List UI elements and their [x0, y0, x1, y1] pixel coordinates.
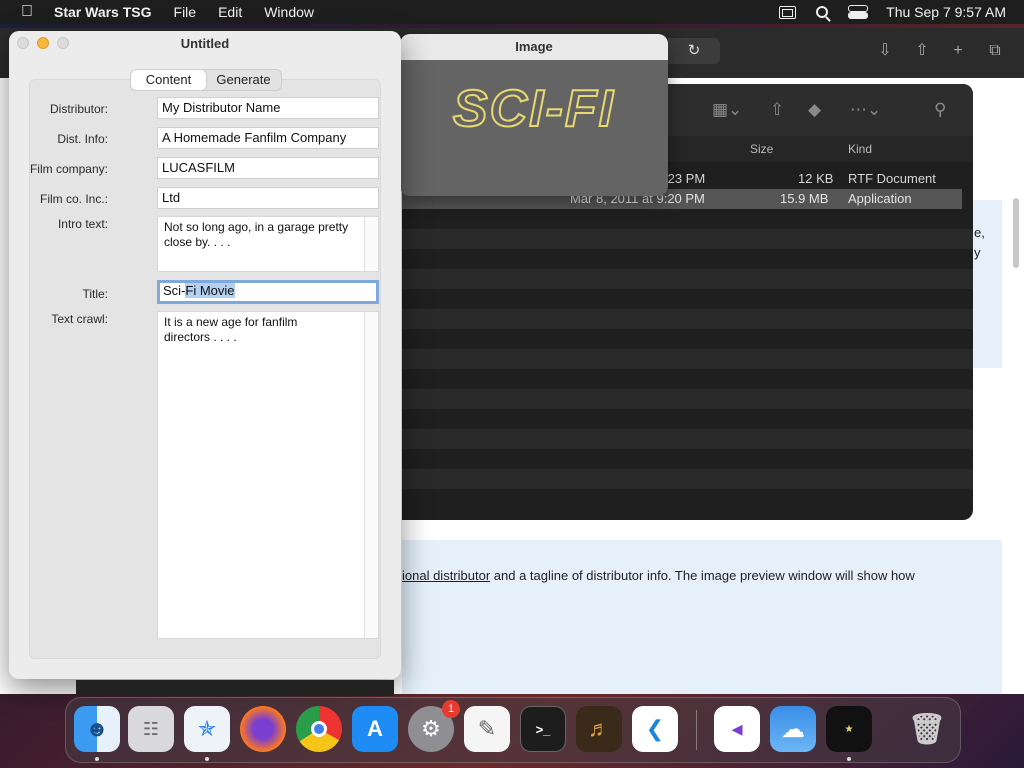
- content-box: [402, 540, 1002, 694]
- empty-row: [402, 269, 973, 289]
- dist-info-field[interactable]: A Homemade Fanfilm Company: [157, 127, 379, 149]
- empty-row: [402, 349, 973, 369]
- action-menu-icon[interactable]: ⋯⌄: [850, 100, 881, 120]
- trash-icon[interactable]: 🗑: [904, 706, 950, 752]
- empty-row: [402, 469, 973, 489]
- apple-menu-icon[interactable]: : [0, 3, 54, 21]
- window-title: Image: [400, 34, 668, 60]
- vscode-icon[interactable]: ❮: [632, 706, 678, 752]
- view-options-icon[interactable]: ▦⌄: [712, 100, 742, 120]
- tab-generate[interactable]: Generate: [206, 70, 281, 90]
- intro-text-content: Not so long ago, in a garage pretty clos…: [164, 220, 349, 249]
- spotlight-search-icon[interactable]: [816, 6, 829, 18]
- textedit-icon[interactable]: ✎: [464, 706, 510, 752]
- menu-clock[interactable]: Thu Sep 7 9:57 AM: [886, 4, 1006, 20]
- page-text-fragment: y: [974, 245, 981, 260]
- untitled-window: Untitled Content Generate Distributor: M…: [9, 31, 401, 679]
- film-company-field[interactable]: LUCASFILM: [157, 157, 379, 179]
- share-icon[interactable]: ⇧: [770, 100, 784, 120]
- image-preview-window: Image SCI-FI: [400, 34, 668, 196]
- title-selected-text: Fi Movie: [185, 283, 235, 298]
- title-field[interactable]: Sci-Fi Movie: [157, 280, 379, 304]
- content-panel: Distributor: My Distributor Name Dist. I…: [29, 79, 381, 659]
- tag-icon[interactable]: ◆: [808, 100, 821, 120]
- text-crawl-scrollbar[interactable]: [364, 312, 378, 638]
- visual-studio-icon[interactable]: ◂: [714, 706, 760, 752]
- garageband-icon[interactable]: ♬: [576, 706, 622, 752]
- safari-icon[interactable]: ✯: [184, 706, 230, 752]
- distributor-field[interactable]: My Distributor Name: [157, 97, 379, 119]
- zoom-button[interactable]: [57, 37, 69, 49]
- file-kind: Application: [848, 191, 912, 206]
- distributor-link[interactable]: ional distributor: [402, 568, 490, 583]
- intro-scrollbar[interactable]: [364, 217, 378, 271]
- film-co-inc-label: Film co. Inc.:: [39, 192, 108, 206]
- chrome-icon[interactable]: [296, 706, 342, 752]
- column-size[interactable]: Size: [750, 142, 773, 156]
- dock: ☻ ☷ ✯ A ⚙ 1 ✎ >_ ♬ ❮ ◂ ☁ ★ 🗑: [65, 697, 961, 763]
- empty-row: [402, 229, 973, 249]
- title-text: Sci-: [163, 283, 186, 298]
- weather-icon[interactable]: ☁: [770, 706, 816, 752]
- close-button[interactable]: [17, 37, 29, 49]
- minimize-button[interactable]: [37, 37, 49, 49]
- firefox-icon[interactable]: [240, 706, 286, 752]
- new-tab-icon[interactable]: +: [948, 41, 968, 61]
- system-settings-icon[interactable]: ⚙ 1: [408, 700, 460, 752]
- running-indicator: [95, 757, 99, 761]
- film-co-inc-field[interactable]: Ltd: [157, 187, 379, 209]
- app-store-icon[interactable]: A: [352, 706, 398, 752]
- tab-content[interactable]: Content: [131, 70, 206, 90]
- film-company-label: Film company:: [29, 162, 108, 176]
- paragraph-text: and a tagline of distributor info. The i…: [490, 568, 915, 583]
- empty-row: [402, 429, 973, 449]
- stage-manager-icon[interactable]: [779, 5, 797, 19]
- menu-file[interactable]: File: [174, 4, 197, 20]
- page-scrollbar[interactable]: [1013, 198, 1019, 268]
- search-icon[interactable]: ⚲: [934, 100, 946, 120]
- menu-bar:  Star Wars TSG File Edit Window Thu Sep…: [0, 0, 1024, 24]
- distributor-label: Distributor:: [49, 102, 108, 116]
- control-center-icon[interactable]: [848, 5, 869, 19]
- dist-info-label: Dist. Info:: [57, 132, 108, 146]
- text-crawl-content: It is a new age for fanfilm directors . …: [164, 315, 298, 344]
- running-indicator: [205, 757, 209, 761]
- tab-overview-icon[interactable]: ⧉: [985, 41, 1005, 61]
- star-wars-tsg-icon[interactable]: ★: [826, 706, 872, 752]
- column-kind[interactable]: Kind: [848, 142, 872, 156]
- text-crawl-label: Text crawl:: [51, 312, 108, 326]
- title-label: Title:: [82, 287, 108, 301]
- download-icon[interactable]: ⇩: [875, 41, 895, 61]
- menu-window[interactable]: Window: [264, 4, 314, 20]
- menu-edit[interactable]: Edit: [218, 4, 242, 20]
- tab-control: Content Generate: [130, 69, 282, 91]
- launchpad-icon[interactable]: ☷: [128, 706, 174, 752]
- share-icon[interactable]: ⇧: [912, 41, 932, 61]
- empty-row: [402, 389, 973, 409]
- dock-separator: [696, 710, 697, 750]
- intro-text-label: Intro text:: [57, 217, 108, 231]
- notification-badge: 1: [442, 700, 460, 718]
- app-menu[interactable]: Star Wars TSG: [54, 4, 152, 20]
- empty-row: [402, 309, 973, 329]
- logo-text: SCI-FI: [453, 80, 615, 138]
- page-paragraph: ional distributor and a tagline of distr…: [402, 568, 1022, 583]
- intro-text-area[interactable]: Not so long ago, in a garage pretty clos…: [157, 216, 379, 272]
- file-size: 12 KB: [798, 171, 834, 186]
- terminal-icon[interactable]: >_: [520, 706, 566, 752]
- file-date: :23 PM: [664, 171, 706, 186]
- scifi-logo: SCI-FI: [452, 80, 615, 139]
- page-text-fragment: e,: [974, 225, 985, 240]
- running-indicator: [847, 757, 851, 761]
- text-crawl-area[interactable]: It is a new age for fanfilm directors . …: [157, 311, 379, 639]
- finder-icon[interactable]: ☻: [74, 706, 120, 752]
- file-kind: RTF Document: [848, 171, 936, 186]
- background-document: [76, 680, 394, 696]
- reload-icon[interactable]: ↻: [668, 38, 720, 64]
- file-size: 15.9 MB: [780, 191, 829, 206]
